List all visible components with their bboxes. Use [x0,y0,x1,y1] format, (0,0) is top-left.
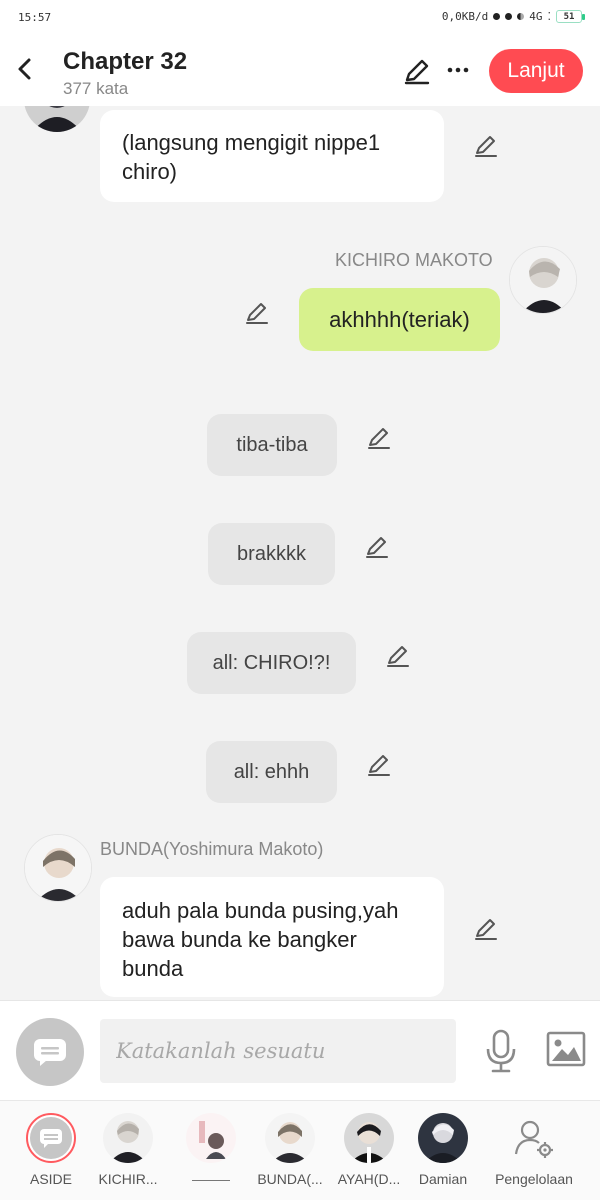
message-type-button[interactable] [16,1018,84,1086]
tab-kichiro[interactable]: KICHIR... [88,1101,168,1200]
edit-pen-icon[interactable] [385,643,411,669]
avatar-kichiro[interactable] [509,246,577,314]
tab-label: Pengelolaan [495,1171,573,1187]
tab-label: AYAH(D... [337,1171,401,1187]
tab-damian[interactable]: Damian [403,1101,483,1200]
avatar-blank [186,1113,236,1163]
network-speed: 0,0KB/d [441,10,489,23]
sender-name: KICHIRO MAKOTO [335,250,493,270]
tab-label: BUNDA(... [257,1171,323,1187]
avatar-damian [418,1113,468,1163]
aside-icon [26,1113,76,1163]
message-text: (langsung mengigit nippe1 chiro) [122,130,381,184]
tab-bunda[interactable]: BUNDA(... [250,1101,330,1200]
edit-pen-icon[interactable] [364,534,390,560]
tab-label-underline [192,1180,230,1181]
avatar-bunda[interactable] [24,834,92,902]
tab-pengelolaan[interactable]: Pengelolaan [494,1101,574,1200]
status-time: 15:57 [18,11,52,24]
tab-ayah[interactable]: AYAH(D... [329,1101,409,1200]
microphone-icon[interactable] [484,1029,518,1073]
narration-bubble[interactable]: brakkkk [208,523,335,585]
composer-bar [0,1000,600,1100]
message-input[interactable] [100,1019,456,1083]
message-bubble[interactable]: (langsung mengigit nippe1 chiro) [100,110,444,202]
battery-icon: 51 [556,10,585,23]
tab-label: KICHIR... [98,1171,158,1187]
avatar[interactable] [24,106,90,132]
edit-pen-icon[interactable] [473,133,499,159]
character-tab-bar: ASIDE KICHIR... BUNDA(... AYAH(D... Dami… [0,1100,600,1200]
chat-bubble-icon [34,1039,66,1066]
signal-dot-icon [517,13,525,20]
app-header: Chapter 32 377 kata Lanjut [0,36,600,106]
own-message-bubble[interactable]: akhhhh(teriak) [299,288,500,351]
chapter-title: Chapter 32 [63,48,188,75]
edit-pen-icon[interactable] [366,752,392,778]
status-indicators: 0,0KB/d 4G ⁚ 51 [441,10,585,23]
network-type: 4G [529,10,543,23]
tab-label: ASIDE [29,1171,72,1187]
narration-text: all: CHIRO!?! [212,651,331,674]
edit-pen-icon[interactable] [244,300,270,326]
image-icon[interactable] [546,1031,586,1067]
more-options-icon[interactable] [444,58,472,82]
tab-aside[interactable]: ASIDE [11,1101,91,1200]
narration-text: all: ehhh [233,760,310,783]
user-gear-icon [509,1113,559,1163]
next-button[interactable]: Lanjut [489,49,583,93]
avatar-ayah [344,1113,394,1163]
status-bar: 15:57 0,0KB/d 4G ⁚ 51 [0,0,600,36]
narration-bubble[interactable]: all: ehhh [206,741,337,803]
avatar-bunda [265,1113,315,1163]
tab-character[interactable] [171,1101,251,1200]
narration-text: tiba-tiba [236,433,308,456]
back-arrow-icon[interactable] [12,54,40,84]
edit-pen-icon[interactable] [402,56,432,86]
sender-name: BUNDA(Yoshimura Makoto) [100,839,324,859]
battery-level: 51 [563,11,575,22]
narration-text: brakkkk [237,542,306,565]
narration-bubble[interactable]: all: CHIRO!?! [187,632,356,694]
tab-label: Damian [418,1171,468,1187]
chat-area[interactable]: (langsung mengigit nippe1 chiro) KICHIRO… [0,106,600,1000]
word-count: 377 kata [63,79,129,98]
avatar-kichiro [103,1113,153,1163]
edit-pen-icon[interactable] [473,916,499,942]
wifi-icon: ⁚ [547,10,552,23]
edit-pen-icon[interactable] [366,425,392,451]
message-text: aduh pala bunda pusing,yah bawa bunda ke… [122,898,399,981]
message-bubble[interactable]: aduh pala bunda pusing,yah bawa bunda ke… [100,877,444,997]
signal-dot-icon [505,13,513,20]
signal-dot-icon [493,13,501,20]
narration-bubble[interactable]: tiba-tiba [207,414,337,476]
message-text: akhhhh(teriak) [329,307,470,332]
